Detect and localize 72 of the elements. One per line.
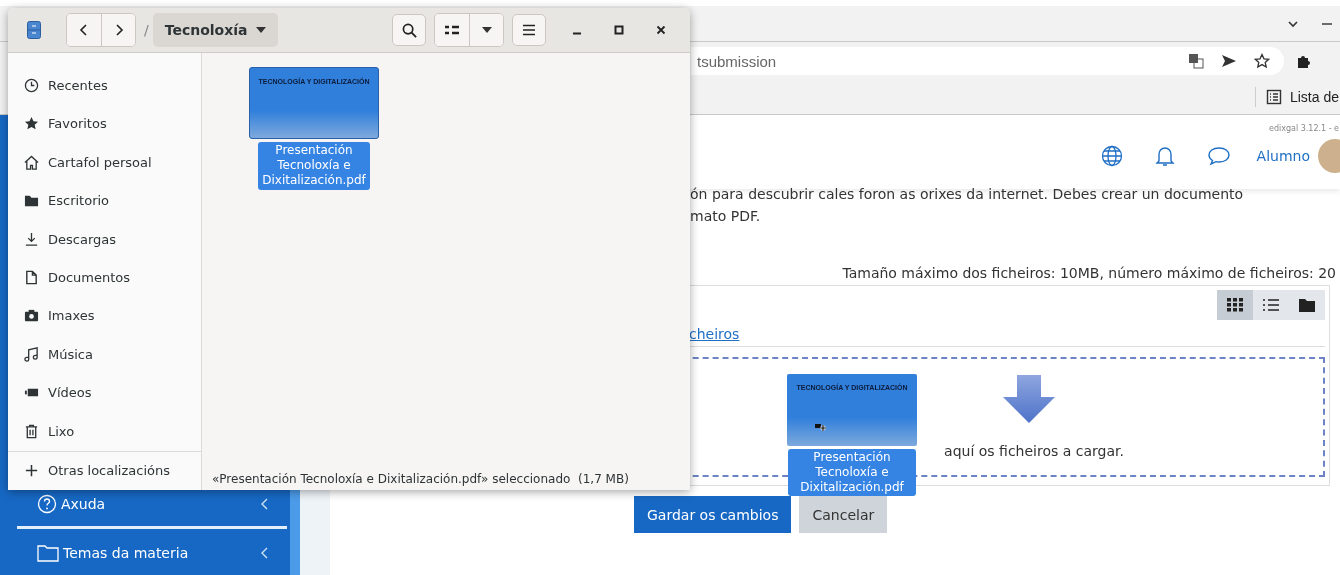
folder-icon bbox=[24, 193, 39, 209]
download-icon bbox=[24, 231, 39, 247]
sidebar-item[interactable]: Imaxes bbox=[8, 296, 201, 336]
path-separator: / bbox=[144, 22, 149, 38]
bell-icon[interactable] bbox=[1154, 145, 1175, 167]
sidebar-item[interactable]: Recentes bbox=[8, 66, 201, 105]
menu-icon bbox=[522, 24, 536, 36]
view-options-button[interactable] bbox=[469, 14, 503, 46]
document-icon bbox=[24, 270, 39, 285]
send-icon[interactable] bbox=[1221, 53, 1237, 69]
back-button[interactable] bbox=[67, 14, 101, 46]
sidebar-item[interactable]: Temas da materia bbox=[0, 535, 290, 571]
music-icon bbox=[24, 346, 39, 362]
grid-icon bbox=[1227, 298, 1243, 312]
description-text: mato PDF. bbox=[690, 207, 762, 226]
file-name-label: Presentación Tecnoloxía e Dixitalización.pdf bbox=[258, 142, 370, 190]
list-icon bbox=[1263, 298, 1279, 312]
cancel-button[interactable]: Cancelar bbox=[799, 496, 888, 533]
save-button[interactable]: Gardar os cambios bbox=[634, 496, 792, 533]
view-button[interactable] bbox=[435, 14, 469, 46]
file-limits-text: Tamaño máximo dos ficheiros: 10MB, número máximo de ficheiros: 20 bbox=[841, 265, 1336, 281]
folder-icon bbox=[37, 544, 59, 562]
star-icon bbox=[24, 116, 39, 132]
trash-icon bbox=[24, 423, 39, 439]
sidebar-item[interactable]: Lixo bbox=[8, 412, 201, 451]
search-button[interactable] bbox=[392, 14, 426, 46]
path-button[interactable]: Tecnoloxía bbox=[152, 13, 279, 47]
file-name-label: Presentación Tecnoloxía e Dixitalización.pdf bbox=[788, 449, 916, 496]
arrow-down-icon bbox=[1003, 375, 1055, 423]
forward-button[interactable] bbox=[101, 14, 135, 46]
help-icon bbox=[37, 494, 57, 514]
sidebar-item[interactable]: Cartafol persoal bbox=[8, 142, 201, 182]
close-icon[interactable] bbox=[656, 25, 666, 35]
puzzle-icon[interactable] bbox=[1296, 53, 1312, 69]
tree-view-button[interactable] bbox=[1289, 290, 1325, 320]
chevron-left-icon bbox=[79, 23, 89, 37]
globe-icon[interactable] bbox=[1100, 145, 1123, 167]
sidebar-item[interactable]: Escritorio bbox=[8, 181, 201, 220]
plus-icon bbox=[24, 463, 39, 479]
address-bar[interactable]: tsubmission bbox=[691, 47, 1284, 75]
sidebar-item[interactable]: Documentos bbox=[8, 258, 201, 297]
sidebar-item[interactable]: Música bbox=[8, 335, 201, 374]
chat-icon[interactable] bbox=[1206, 146, 1231, 166]
list-icon bbox=[445, 24, 459, 36]
star-icon[interactable] bbox=[1254, 53, 1270, 69]
file-cabinet-icon bbox=[27, 21, 41, 39]
sidebar-item[interactable]: Vídeos bbox=[8, 373, 201, 413]
menu-button[interactable] bbox=[512, 14, 546, 46]
caret-icon bbox=[481, 27, 492, 33]
description-text: ón para descubrir cales foron as orixes da internet. Debes crear un documento bbox=[690, 185, 1245, 204]
translate-icon[interactable] bbox=[1188, 53, 1204, 69]
folder-icon bbox=[1299, 298, 1315, 312]
list-icon bbox=[1265, 89, 1282, 105]
list-view-button[interactable] bbox=[1253, 290, 1289, 320]
chevron-right-icon bbox=[113, 23, 124, 37]
home-icon bbox=[24, 154, 39, 170]
grid-view-button[interactable] bbox=[1217, 290, 1253, 320]
drop-hint-text: aquí os ficheiros a cargar. bbox=[944, 443, 1124, 459]
files-link[interactable]: cheiros bbox=[689, 326, 740, 342]
chevron-left-icon bbox=[260, 497, 270, 511]
sidebar-item[interactable]: Descargas bbox=[8, 219, 201, 259]
search-icon bbox=[401, 22, 417, 38]
maximize-icon[interactable] bbox=[614, 25, 624, 35]
chevron-left-icon bbox=[260, 546, 270, 560]
clock-icon bbox=[24, 77, 39, 93]
caret-icon bbox=[256, 27, 267, 33]
version-text: edixgal 3.12.1 - e bbox=[1268, 123, 1339, 133]
user-name[interactable]: Alumno bbox=[1256, 148, 1310, 164]
reading-list-link[interactable]: Lista de bbox=[1265, 89, 1339, 105]
sidebar-item[interactable]: Favoritos bbox=[8, 104, 201, 143]
camera-icon bbox=[24, 308, 39, 324]
status-text: «Presentación Tecnoloxía e Dixitalización.pdf» seleccionado (1,7 MB) bbox=[211, 472, 630, 488]
